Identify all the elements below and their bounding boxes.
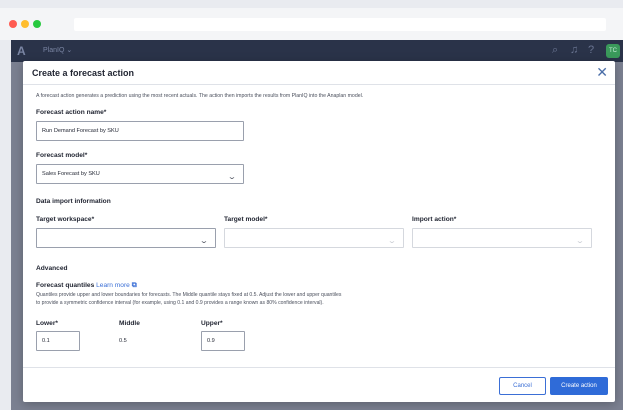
maximize-window-button[interactable] — [33, 20, 41, 28]
advanced-section-title: Advanced — [36, 265, 68, 272]
browser-chrome — [0, 8, 623, 40]
quantiles-help-line-1: Quantiles provide upper and lower bounda… — [36, 292, 342, 298]
avatar[interactable]: TC — [606, 44, 620, 58]
quantiles-help-line-2: to provide a symmetric confidence interv… — [36, 300, 324, 306]
target-workspace-select[interactable]: ⌄ — [36, 228, 216, 248]
import-action-label: Import action* — [412, 216, 457, 223]
search-icon[interactable]: ⌕ — [552, 44, 558, 57]
create-forecast-action-dialog: Create a forecast action ✕ A forecast ac… — [23, 61, 615, 402]
chevron-down-icon: ⌄ — [387, 238, 397, 245]
help-icon[interactable]: ? — [588, 44, 594, 56]
upper-quantile-input[interactable]: 0.9 — [201, 331, 245, 351]
target-model-label: Target model* — [224, 216, 268, 223]
chevron-down-icon: ⌄ — [199, 238, 209, 245]
chevron-down-icon: ⌄ — [227, 174, 237, 181]
forecast-model-label: Forecast model* — [36, 152, 88, 159]
forecast-model-select[interactable]: Sales Forecast by SKU ⌄ — [36, 164, 244, 184]
forecast-model-value: Sales Forecast by SKU — [42, 171, 100, 177]
forecast-action-name-input[interactable]: Run Demand Forecast by SKU — [36, 121, 244, 141]
address-bar[interactable] — [74, 18, 606, 31]
minimize-window-button[interactable] — [21, 20, 29, 28]
forecast-action-name-label: Forecast action name* — [36, 109, 107, 116]
footer-divider — [23, 367, 615, 368]
external-link-icon[interactable]: ⧉ — [132, 282, 137, 289]
upper-quantile-label: Upper* — [201, 320, 223, 327]
lower-quantile-label: Lower* — [36, 320, 58, 327]
dialog-intro-text: A forecast action generates a prediction… — [36, 93, 364, 99]
dialog-title: Create a forecast action — [32, 68, 135, 78]
forecast-quantiles-label: Forecast quantiles Learn more ⧉ — [36, 282, 137, 290]
browser-window: A PlanIQ ⌄ ⌕ ♫ ? TC Create a forecast ac… — [0, 0, 623, 410]
lower-quantile-input[interactable]: 0.1 — [36, 331, 80, 351]
learn-more-link[interactable]: Learn more — [96, 282, 130, 289]
app-switcher[interactable]: PlanIQ ⌄ — [43, 46, 72, 54]
chevron-down-icon: ⌄ — [575, 238, 585, 245]
import-action-select[interactable]: ⌄ — [412, 228, 592, 248]
create-action-button[interactable]: Create action — [550, 377, 608, 395]
cancel-button[interactable]: Cancel — [499, 377, 546, 395]
target-workspace-label: Target workspace* — [36, 216, 95, 223]
app-header: A PlanIQ ⌄ ⌕ ♫ ? TC — [11, 40, 623, 62]
notifications-bell-icon[interactable]: ♫ — [570, 44, 578, 56]
close-icon[interactable]: ✕ — [596, 64, 608, 81]
close-window-button[interactable] — [9, 20, 17, 28]
middle-quantile-label: Middle — [119, 320, 140, 327]
forecast-quantiles-title: Forecast quantiles — [36, 282, 95, 289]
anaplan-logo-icon: A — [17, 44, 26, 58]
header-divider — [23, 84, 615, 85]
data-import-section-title: Data import information — [36, 198, 111, 205]
middle-quantile-value: 0.5 — [119, 338, 127, 344]
target-model-select[interactable]: ⌄ — [224, 228, 404, 248]
